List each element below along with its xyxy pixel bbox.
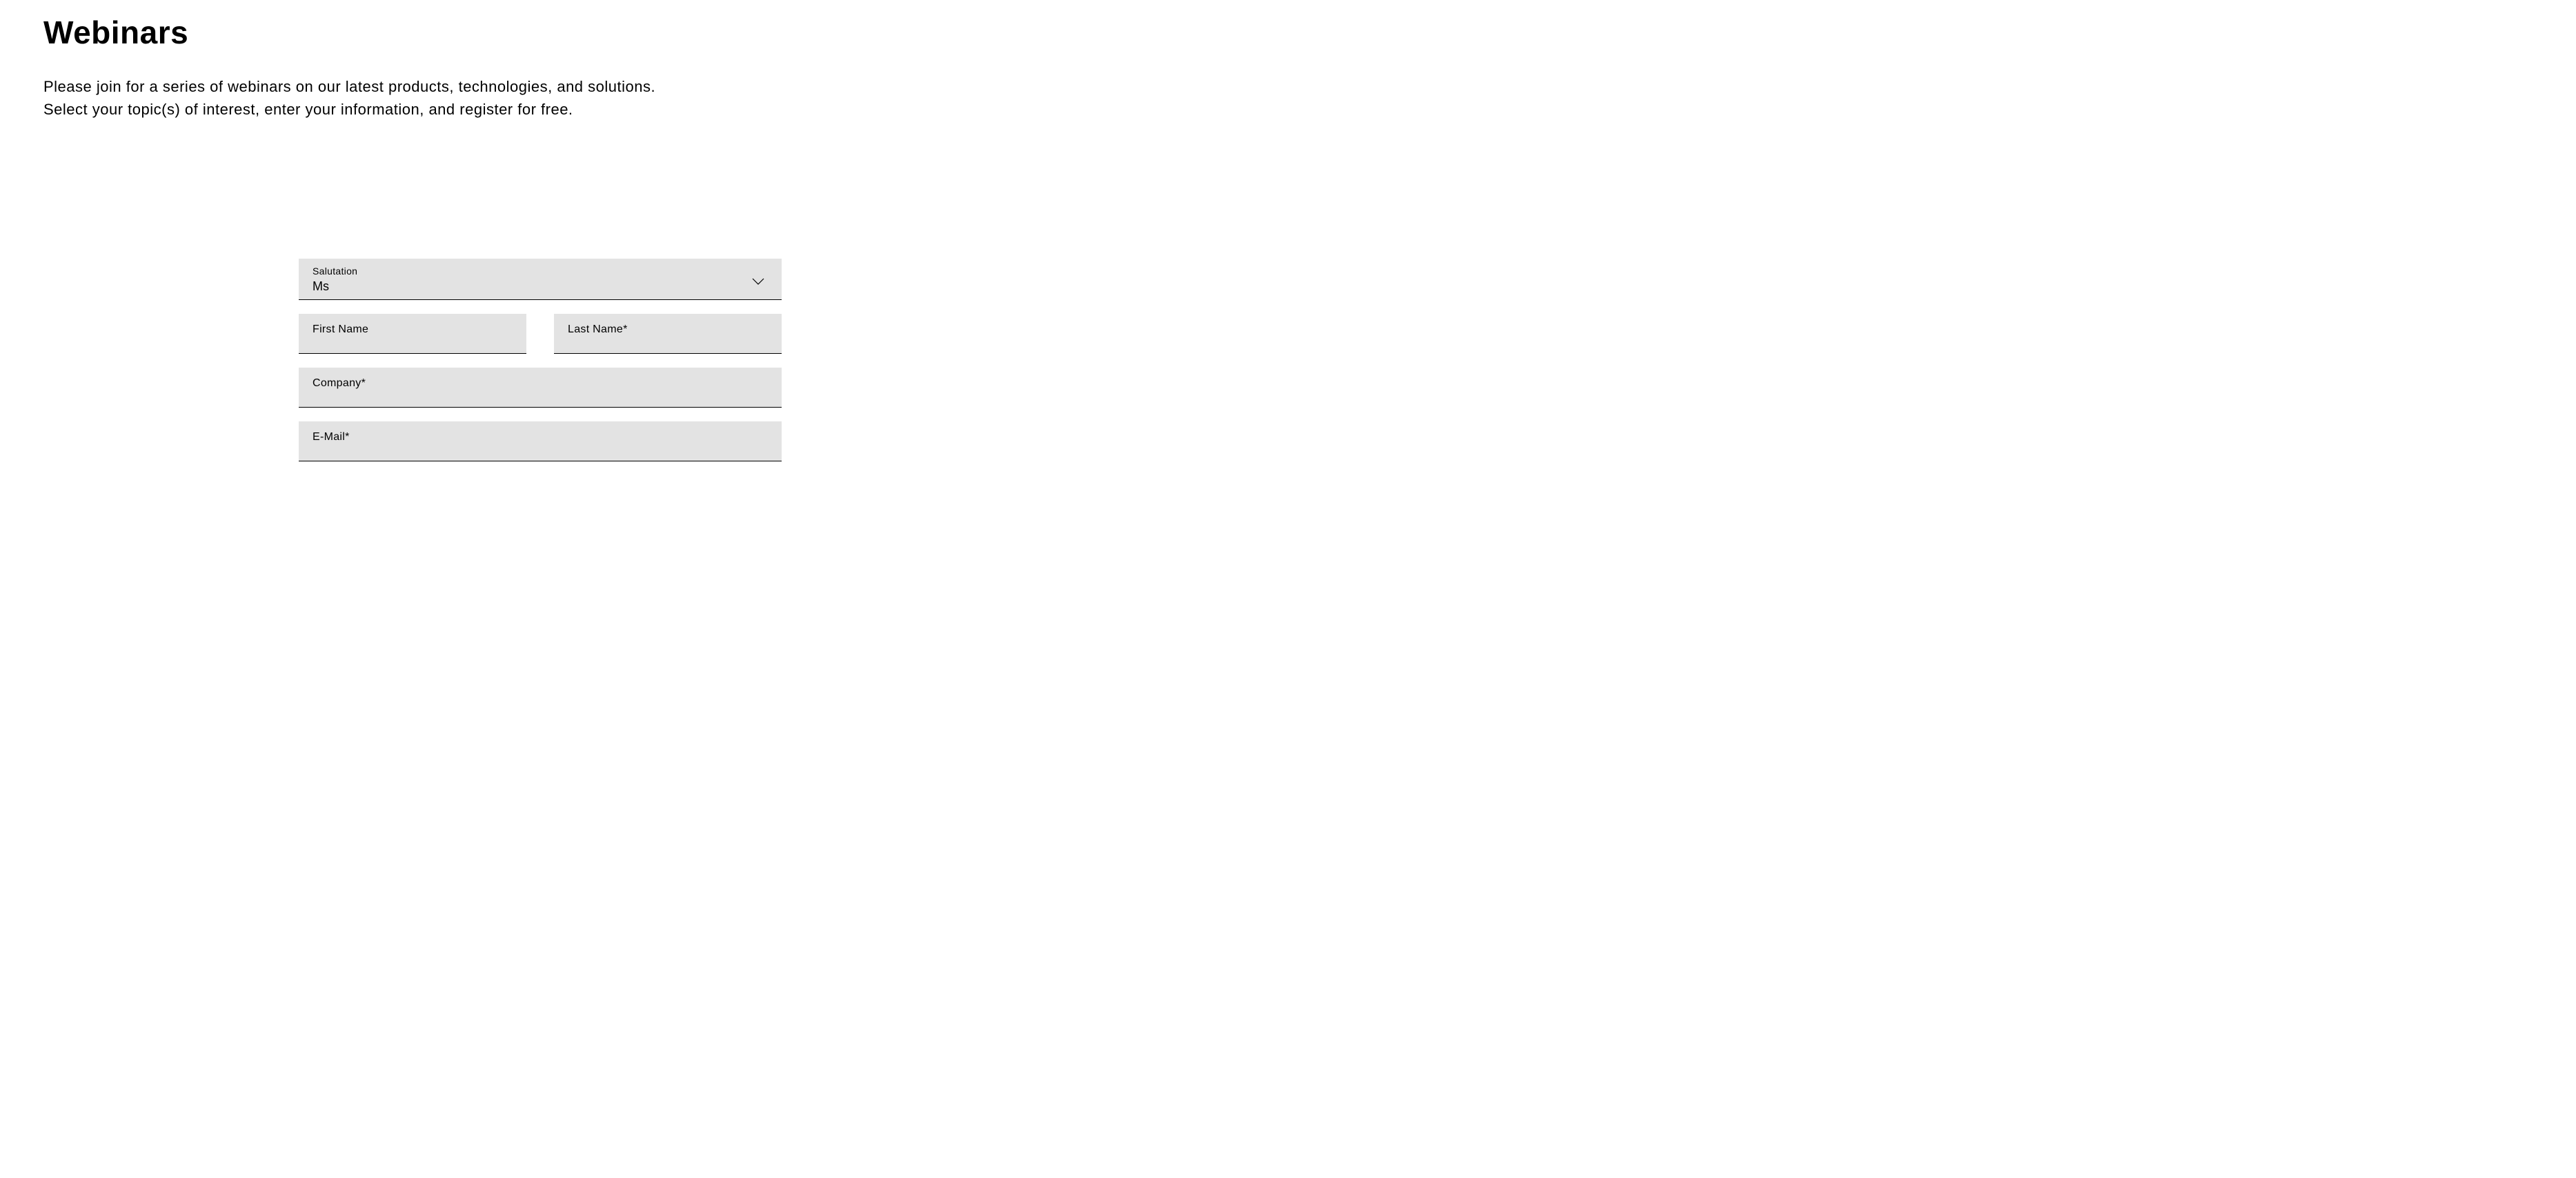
company-placeholder: Company*: [313, 377, 366, 389]
salutation-label: Salutation: [313, 266, 768, 277]
email-placeholder: E-Mail*: [313, 431, 350, 443]
first-name-field[interactable]: First Name: [299, 314, 526, 354]
page-title: Webinars: [43, 14, 2533, 51]
last-name-field[interactable]: Last Name*: [554, 314, 782, 354]
first-name-placeholder: First Name: [313, 323, 368, 335]
chevron-down-icon: [752, 276, 764, 283]
email-field[interactable]: E-Mail*: [299, 421, 782, 461]
company-field[interactable]: Company*: [299, 368, 782, 408]
last-name-placeholder: Last Name*: [568, 323, 628, 335]
registration-form: Salutation Ms First Name Last Name* Comp…: [299, 259, 782, 461]
salutation-value: Ms: [313, 279, 768, 294]
intro-text: Please join for a series of webinars on …: [43, 75, 692, 121]
salutation-select[interactable]: Salutation Ms: [299, 259, 782, 300]
